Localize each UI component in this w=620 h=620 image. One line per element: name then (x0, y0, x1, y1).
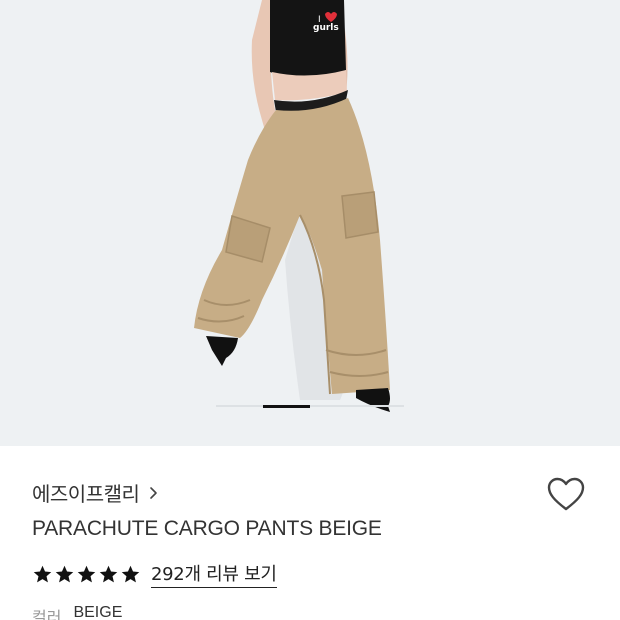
wishlist-heart-icon[interactable] (546, 476, 586, 514)
brand-name: 에즈이프캘리 (32, 482, 140, 506)
star-icon (55, 565, 74, 582)
star-icon (33, 565, 52, 582)
tank-print-bottom: gurls (313, 23, 339, 33)
indicator-segment-active[interactable] (263, 404, 310, 408)
chevron-right-icon (150, 486, 158, 499)
product-image-gallery[interactable]: I gurls (0, 0, 620, 446)
star-icon (121, 565, 140, 582)
indicator-segment[interactable] (357, 405, 404, 407)
star-icon (77, 565, 96, 582)
rating-row: 292개 리뷰 보기 (32, 560, 277, 588)
gallery-page-indicator (216, 404, 404, 408)
product-info: 에즈이프캘리 PARACHUTE CARGO PANTS BEIGE 292개 … (0, 446, 620, 620)
brand-link[interactable]: 에즈이프캘리 (32, 478, 161, 507)
indicator-segment[interactable] (310, 405, 357, 407)
color-row: 컬러 BEIGE (32, 604, 122, 620)
color-value: BEIGE (73, 604, 123, 620)
color-label: 컬러 (32, 608, 62, 620)
indicator-segment[interactable] (216, 405, 263, 407)
rating-stars (32, 564, 141, 585)
product-photo: I gurls (194, 0, 390, 412)
product-title: PARACHUTE CARGO PANTS BEIGE (32, 517, 382, 540)
star-icon (99, 565, 118, 582)
reviews-link[interactable]: 292개 리뷰 보기 (151, 560, 277, 588)
